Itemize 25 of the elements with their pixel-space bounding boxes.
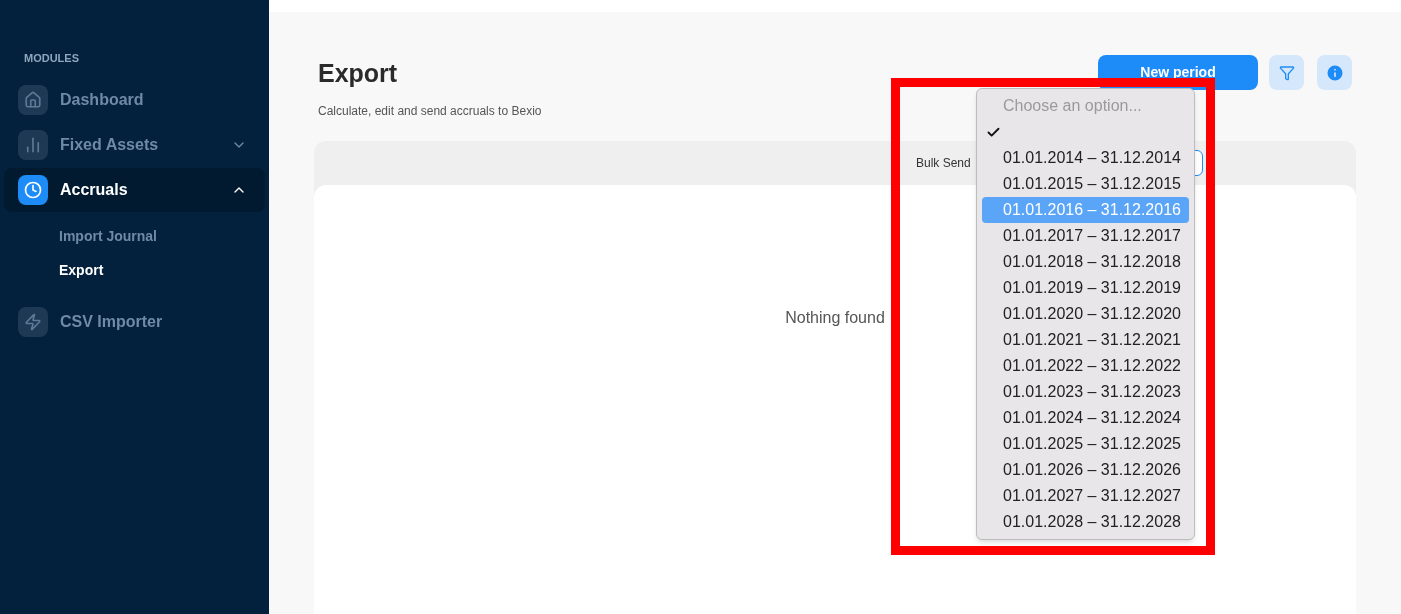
dropdown-option[interactable]: 01.01.2025 – 31.12.2025 [982,431,1189,457]
sidebar-item[interactable]: CSV Importer [4,299,265,344]
dropdown-option[interactable]: 01.01.2020 – 31.12.2020 [982,301,1189,327]
section-title: MODULES [23,51,80,66]
dropdown-option[interactable]: 01.01.2027 – 31.12.2027 [982,483,1189,509]
sidebar-item[interactable]: Accruals [4,167,265,212]
dropdown-option[interactable]: 01.01.2014 – 31.12.2014 [982,145,1189,171]
sidebar-item[interactable]: Dashboard [4,77,265,122]
dropdown-option[interactable]: 01.01.2023 – 31.12.2023 [982,379,1189,405]
dropdown-option[interactable]: 01.01.2022 – 31.12.2022 [982,353,1189,379]
sidebar-item[interactable]: Fixed Assets [4,122,265,167]
toolbar-label: Bulk Send [916,154,971,172]
dropdown-option[interactable]: 01.01.2015 – 31.12.2015 [982,171,1189,197]
dropdown-option[interactable]: 01.01.2026 – 31.12.2026 [982,457,1189,483]
submenu-item[interactable]: Export [59,259,104,281]
dropdown-option[interactable]: 01.01.2021 – 31.12.2021 [982,327,1189,353]
page-subtitle: Calculate, edit and send accruals to Bexio [318,102,542,120]
dropdown-option[interactable]: 01.01.2024 – 31.12.2024 [982,405,1189,431]
empty-message: Nothing found [785,307,885,328]
dropdown-option[interactable]: 01.01.2019 – 31.12.2019 [982,275,1189,301]
dropdown-option[interactable]: 01.01.2018 – 31.12.2018 [982,249,1189,275]
dropdown-option[interactable]: 01.01.2017 – 31.12.2017 [982,223,1189,249]
submenu-item[interactable]: Import Journal [59,225,157,247]
page-title: Export [318,58,398,89]
dropdown-option[interactable]: 01.01.2028 – 31.12.2028 [982,509,1189,535]
